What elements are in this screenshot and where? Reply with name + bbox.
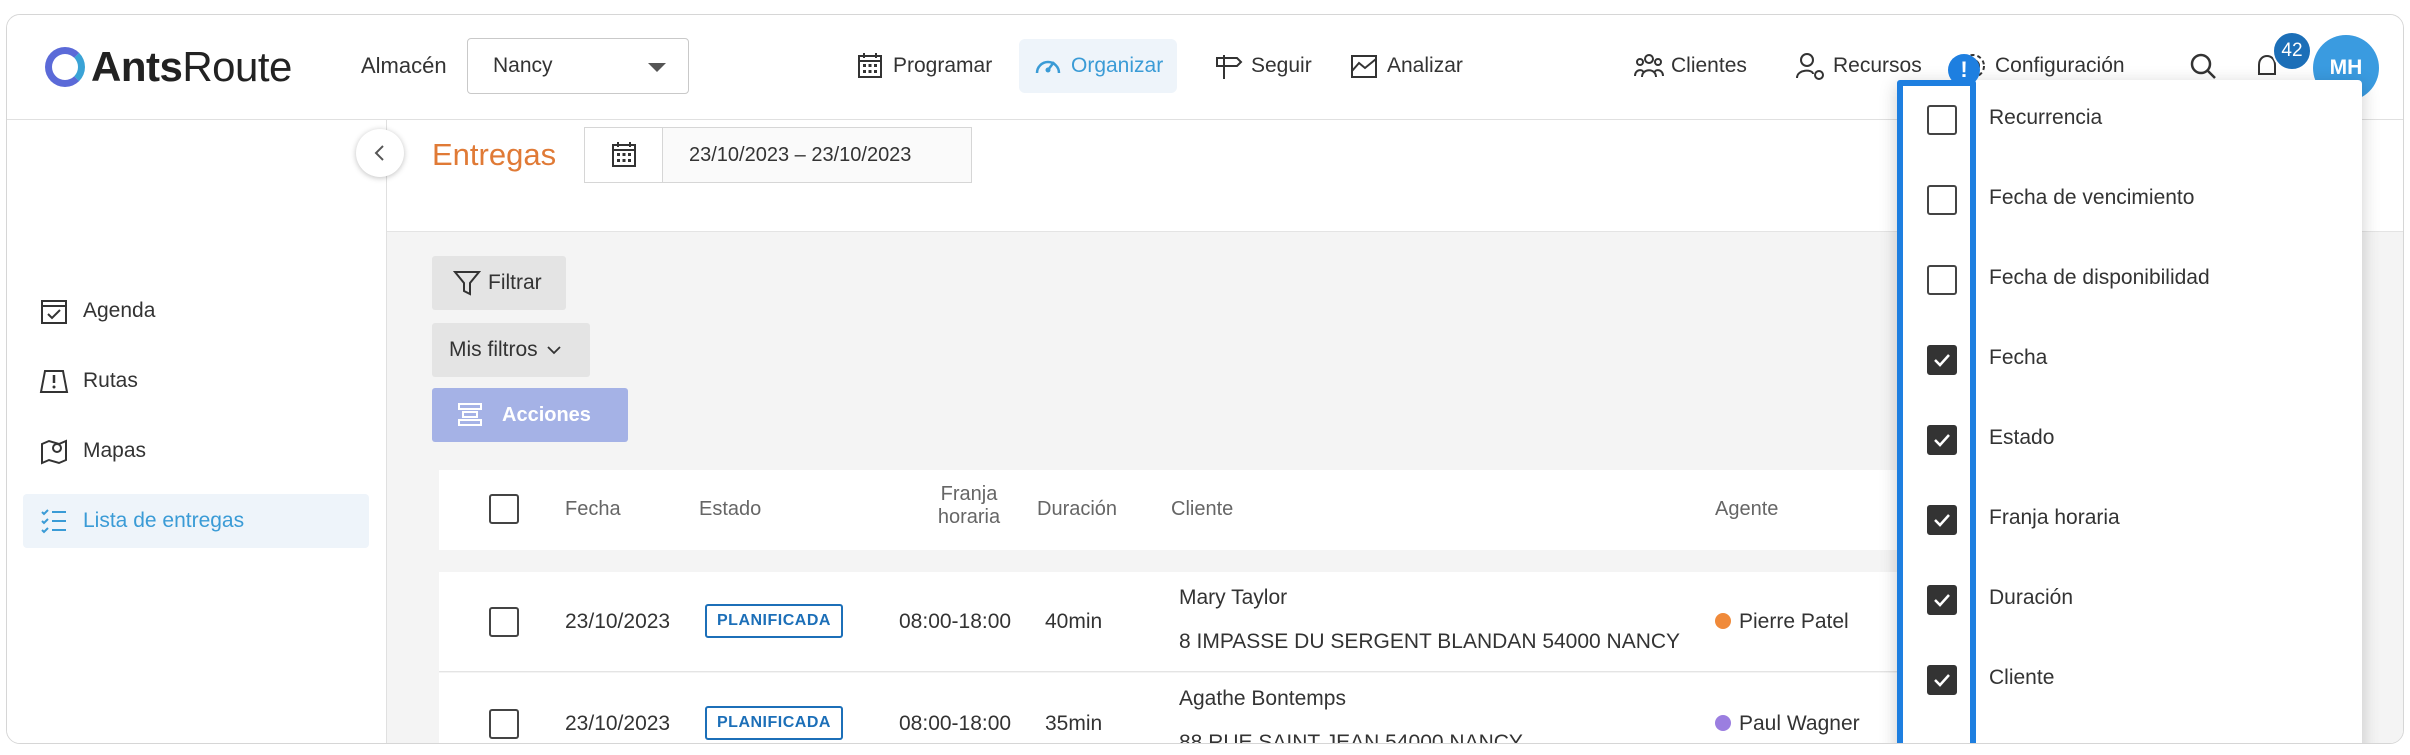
sidebar-item-mapas[interactable]: Mapas — [23, 424, 369, 478]
column-option-label: Franja horaria — [1989, 506, 2120, 529]
my-filters-dropdown[interactable]: Mis filtros — [432, 323, 590, 377]
nav-programar[interactable]: Programar — [841, 39, 1006, 93]
actions-button-label: Acciones — [502, 403, 591, 426]
calendar-grid-icon — [858, 53, 882, 78]
sidebar-item-rutas-label: Rutas — [83, 369, 138, 392]
row-fecha: 23/10/2023 — [565, 610, 671, 633]
sidebar: Agenda Rutas Mapas Lista de entregas — [7, 120, 387, 743]
caret-down-icon — [648, 63, 666, 72]
funnel-icon — [452, 271, 482, 296]
notification-badge: 42 — [2272, 31, 2312, 71]
col-header-estado[interactable]: Estado — [699, 498, 761, 521]
column-option-label: Fecha de vencimiento — [1989, 186, 2195, 209]
nav-organizar-label: Organizar — [1071, 54, 1164, 77]
row-franja: 08:00-18:00 — [899, 610, 1012, 633]
status-badge: PLANIFICADA — [705, 706, 843, 740]
users-group-icon — [1634, 54, 1664, 78]
page-title: Entregas — [432, 137, 557, 172]
row-fecha: 23/10/2023 — [565, 712, 671, 735]
warehouse-select[interactable]: Nancy — [467, 38, 689, 94]
actions-button[interactable]: Acciones — [432, 388, 628, 442]
column-option-label: Estado — [1989, 426, 2055, 449]
column-option-label: Duración — [1989, 586, 2074, 609]
nav-analizar[interactable]: Analizar — [1335, 39, 1477, 93]
col-header-cliente[interactable]: Cliente — [1171, 498, 1233, 521]
row-cliente-nombre: Agathe Bontemps — [1179, 687, 1346, 710]
nav-analizar-label: Analizar — [1387, 54, 1463, 77]
agent-color-dot — [1715, 715, 1731, 731]
row-agente-name: Paul Wagner — [1739, 712, 1860, 735]
row-franja: 08:00-18:00 — [899, 712, 1012, 735]
chevron-left-icon — [374, 145, 384, 161]
checklist-icon — [41, 509, 66, 534]
sidebar-item-mapas-label: Mapas — [83, 439, 147, 462]
col-header-franja[interactable]: Franja horaria — [919, 483, 1019, 529]
row-cliente-nombre: Mary Taylor — [1179, 586, 1288, 609]
nav-clientes-label: Clientes — [1671, 54, 1747, 77]
antsroute-logo[interactable]: AntsRoute — [45, 41, 292, 93]
logo-text: AntsRoute — [91, 43, 292, 90]
date-range-picker[interactable]: 23/10/2023 – 23/10/2023 — [584, 127, 972, 183]
app-window: AntsRoute Almacén Nancy Programar Organi… — [6, 14, 2404, 744]
row-checkbox[interactable] — [489, 709, 519, 739]
row-duracion: 35min — [1045, 712, 1103, 735]
table-row[interactable]: 23/10/2023 PLANIFICADA 08:00-18:00 40min… — [439, 572, 1909, 672]
warning-marker: ! — [1948, 54, 1980, 86]
checkbox-column-highlight — [1897, 80, 1976, 743]
warehouse-label: Almacén — [361, 53, 447, 78]
my-filters-label: Mis filtros — [449, 338, 538, 361]
col-header-franja-line1: Franja — [940, 483, 998, 505]
column-option-label: Recurrencia — [1989, 106, 2103, 129]
calendar-check-icon — [41, 300, 67, 324]
gauge-icon — [1035, 60, 1061, 74]
sidebar-item-lista-entregas[interactable]: Lista de entregas — [23, 494, 369, 548]
row-cliente-direccion: 8 IMPASSE DU SERGENT BLANDAN 54000 NANCY — [1179, 630, 1681, 653]
nav-seguir[interactable]: Seguir — [1199, 39, 1326, 93]
row-duracion: 40min — [1045, 610, 1103, 633]
col-header-franja-line2: horaria — [937, 506, 1001, 528]
nav-organizar[interactable]: Organizar — [1019, 39, 1178, 93]
status-badge: PLANIFICADA — [705, 604, 843, 638]
user-gear-icon — [1796, 53, 1824, 80]
calendar-icon — [611, 142, 636, 167]
nav-clientes[interactable]: Clientes — [1633, 39, 1747, 93]
column-option-label: Fecha de disponibilidad — [1989, 266, 2210, 289]
col-header-fecha[interactable]: Fecha — [565, 498, 621, 521]
map-pin-icon — [41, 439, 67, 465]
select-all-checkbox[interactable] — [489, 494, 519, 524]
row-checkbox[interactable] — [489, 607, 519, 637]
col-header-agente[interactable]: Agente — [1715, 498, 1778, 521]
route-sign-icon — [39, 370, 69, 393]
nav-programar-label: Programar — [893, 54, 993, 77]
column-option-label: Cliente — [1989, 666, 2055, 689]
sidebar-item-agenda[interactable]: Agenda — [23, 284, 369, 338]
table-header: Fecha Estado Franja horaria Duración Cli… — [439, 470, 1909, 550]
sidebar-item-lista-entregas-label: Lista de entregas — [83, 509, 245, 532]
chevron-down-icon — [547, 346, 561, 355]
area-chart-icon — [1351, 55, 1377, 78]
date-picker-button[interactable] — [585, 128, 663, 182]
search-icon — [2190, 53, 2216, 79]
filter-button-label: Filtrar — [488, 271, 542, 294]
row-agente: Paul Wagner — [1715, 712, 1860, 736]
col-header-duracion[interactable]: Duración — [1037, 498, 1117, 521]
column-option-label: Fecha — [1989, 346, 2048, 369]
signpost-icon — [1216, 55, 1243, 79]
table-row[interactable]: 23/10/2023 PLANIFICADA 08:00-18:00 35min… — [439, 673, 1909, 744]
nav-recursos-label: Recursos — [1833, 54, 1922, 77]
sidebar-collapse-button[interactable] — [356, 129, 404, 177]
row-agente: Pierre Patel — [1715, 610, 1849, 634]
row-agente-name: Pierre Patel — [1739, 610, 1849, 633]
nav-seguir-label: Seguir — [1251, 54, 1312, 77]
filter-button[interactable]: Filtrar — [432, 256, 566, 310]
sidebar-item-agenda-label: Agenda — [83, 299, 156, 322]
date-range-value: 23/10/2023 – 23/10/2023 — [689, 143, 912, 166]
logo-mark-icon — [45, 47, 85, 87]
sidebar-item-rutas[interactable]: Rutas — [23, 354, 369, 408]
row-cliente-direccion: 88 RUE SAINT JEAN 54000 NANCY — [1179, 731, 1523, 744]
warehouse-value: Nancy — [493, 54, 553, 77]
actions-list-icon — [458, 403, 482, 426]
agent-color-dot — [1715, 613, 1731, 629]
nav-configuracion-label: Configuración — [1995, 54, 2125, 77]
